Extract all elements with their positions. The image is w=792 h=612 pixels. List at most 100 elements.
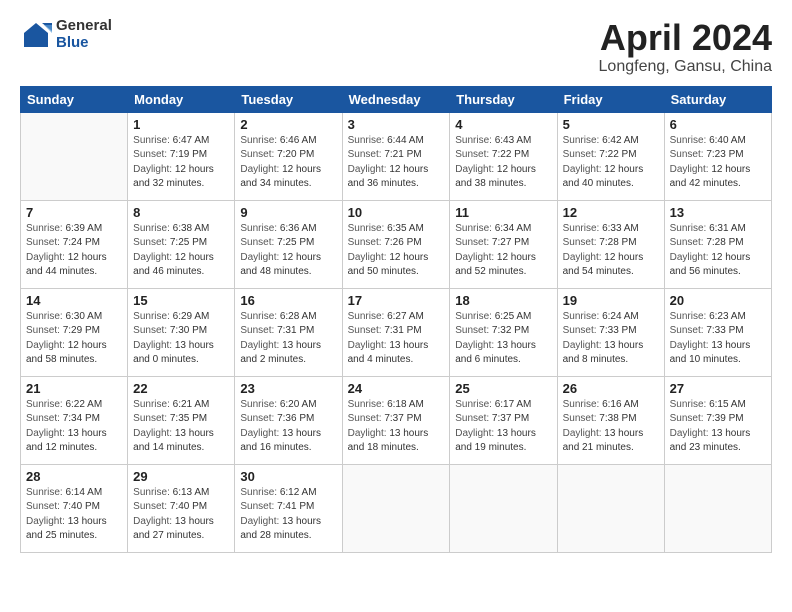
day-info: Sunrise: 6:22 AMSunset: 7:34 PMDaylight:… — [26, 398, 122, 456]
day-info: Sunrise: 6:23 AMSunset: 7:33 PMDaylight:… — [670, 310, 766, 368]
title-block: April 2024 Longfeng, Gansu, China — [599, 18, 772, 76]
table-row: 30Sunrise: 6:12 AMSunset: 7:41 PMDayligh… — [235, 464, 342, 552]
day-number: 29 — [133, 469, 229, 484]
day-number: 17 — [348, 293, 445, 308]
calendar-header-row: Sunday Monday Tuesday Wednesday Thursday… — [21, 86, 772, 112]
day-info: Sunrise: 6:21 AMSunset: 7:35 PMDaylight:… — [133, 398, 229, 456]
calendar-title: April 2024 — [599, 18, 772, 58]
col-tuesday: Tuesday — [235, 86, 342, 112]
table-row: 8Sunrise: 6:38 AMSunset: 7:25 PMDaylight… — [128, 200, 235, 288]
day-number: 27 — [670, 381, 766, 396]
day-info: Sunrise: 6:17 AMSunset: 7:37 PMDaylight:… — [455, 398, 551, 456]
day-info: Sunrise: 6:18 AMSunset: 7:37 PMDaylight:… — [348, 398, 445, 456]
table-row: 21 Sunrise: 6:22 AMSunset: 7:34 PMDayligh… — [21, 376, 128, 464]
day-number: 24 — [348, 381, 445, 396]
table-row: 19 Sunrise: 6:24 AMSunset: 7:33 PMDayligh… — [557, 288, 664, 376]
col-wednesday: Wednesday — [342, 86, 450, 112]
header: General Blue April 2024 Longfeng, Gansu,… — [20, 18, 772, 76]
day-info: Sunrise: 6:47 AMSunset: 7:19 PMDaylight:… — [133, 134, 229, 192]
day-number: 19 — [563, 293, 659, 308]
table-row: 23Sunrise: 6:20 AMSunset: 7:36 PMDayligh… — [235, 376, 342, 464]
day-number: 1 — [133, 117, 229, 132]
table-row: 6 Sunrise: 6:40 AMSunset: 7:23 PMDaylight… — [664, 112, 771, 200]
day-info: Sunrise: 6:20 AMSunset: 7:36 PMDaylight:… — [240, 398, 336, 456]
table-row: 5 Sunrise: 6:42 AMSunset: 7:22 PMDaylight… — [557, 112, 664, 200]
day-number: 4 — [455, 117, 551, 132]
table-row — [21, 112, 128, 200]
col-monday: Monday — [128, 86, 235, 112]
day-number: 7 — [26, 205, 122, 220]
day-info: Sunrise: 6:16 AMSunset: 7:38 PMDaylight:… — [563, 398, 659, 456]
day-info: Sunrise: 6:13 AMSunset: 7:40 PMDaylight:… — [133, 486, 229, 544]
table-row: 1 Sunrise: 6:47 AMSunset: 7:19 PMDaylight… — [128, 112, 235, 200]
day-info: Sunrise: 6:30 AMSunset: 7:29 PMDaylight:… — [26, 310, 122, 368]
day-info: Sunrise: 6:12 AMSunset: 7:41 PMDaylight:… — [240, 486, 336, 544]
calendar-week-2: 7 Sunrise: 6:39 AMSunset: 7:24 PMDaylight… — [21, 200, 772, 288]
table-row: 25 Sunrise: 6:17 AMSunset: 7:37 PMDayligh… — [450, 376, 557, 464]
day-number: 3 — [348, 117, 445, 132]
day-info: Sunrise: 6:15 AMSunset: 7:39 PMDaylight:… — [670, 398, 766, 456]
day-number: 20 — [670, 293, 766, 308]
day-info: Sunrise: 6:39 AMSunset: 7:24 PMDaylight:… — [26, 222, 122, 280]
table-row: 22Sunrise: 6:21 AMSunset: 7:35 PMDayligh… — [128, 376, 235, 464]
logo: General Blue — [20, 18, 112, 51]
day-number: 28 — [26, 469, 122, 484]
table-row: 26 Sunrise: 6:16 AMSunset: 7:38 PMDayligh… — [557, 376, 664, 464]
table-row: 18Sunrise: 6:25 AMSunset: 7:32 PMDayligh… — [450, 288, 557, 376]
day-number: 12 — [563, 205, 659, 220]
calendar-week-5: 28 Sunrise: 6:14 AMSunset: 7:40 PMDayligh… — [21, 464, 772, 552]
day-number: 11 — [455, 205, 551, 220]
day-info: Sunrise: 6:44 AMSunset: 7:21 PMDaylight:… — [348, 134, 445, 192]
day-number: 14 — [26, 293, 122, 308]
table-row: 2Sunrise: 6:46 AMSunset: 7:20 PMDaylight… — [235, 112, 342, 200]
table-row: 4 Sunrise: 6:43 AMSunset: 7:22 PMDaylight… — [450, 112, 557, 200]
day-info: Sunrise: 6:24 AMSunset: 7:33 PMDaylight:… — [563, 310, 659, 368]
logo-icon — [20, 19, 52, 51]
col-saturday: Saturday — [664, 86, 771, 112]
day-number: 18 — [455, 293, 551, 308]
table-row: 11 Sunrise: 6:34 AMSunset: 7:27 PMDayligh… — [450, 200, 557, 288]
day-info: Sunrise: 6:36 AMSunset: 7:25 PMDaylight:… — [240, 222, 336, 280]
table-row — [557, 464, 664, 552]
table-row: 17 Sunrise: 6:27 AMSunset: 7:31 PMDayligh… — [342, 288, 450, 376]
table-row — [664, 464, 771, 552]
col-sunday: Sunday — [21, 86, 128, 112]
day-info: Sunrise: 6:27 AMSunset: 7:31 PMDaylight:… — [348, 310, 445, 368]
table-row: 3 Sunrise: 6:44 AMSunset: 7:21 PMDaylight… — [342, 112, 450, 200]
logo-blue-text: Blue — [56, 35, 112, 52]
table-row: 15 Sunrise: 6:29 AMSunset: 7:30 PMDayligh… — [128, 288, 235, 376]
day-number: 15 — [133, 293, 229, 308]
table-row: 13Sunrise: 6:31 AMSunset: 7:28 PMDayligh… — [664, 200, 771, 288]
table-row: 29 Sunrise: 6:13 AMSunset: 7:40 PMDayligh… — [128, 464, 235, 552]
day-number: 10 — [348, 205, 445, 220]
day-number: 5 — [563, 117, 659, 132]
day-number: 8 — [133, 205, 229, 220]
day-number: 25 — [455, 381, 551, 396]
day-number: 26 — [563, 381, 659, 396]
page: General Blue April 2024 Longfeng, Gansu,… — [0, 0, 792, 612]
day-info: Sunrise: 6:42 AMSunset: 7:22 PMDaylight:… — [563, 134, 659, 192]
day-info: Sunrise: 6:14 AMSunset: 7:40 PMDaylight:… — [26, 486, 122, 544]
day-info: Sunrise: 6:40 AMSunset: 7:23 PMDaylight:… — [670, 134, 766, 192]
table-row: 16Sunrise: 6:28 AMSunset: 7:31 PMDayligh… — [235, 288, 342, 376]
day-number: 6 — [670, 117, 766, 132]
table-row: 20 Sunrise: 6:23 AMSunset: 7:33 PMDayligh… — [664, 288, 771, 376]
day-info: Sunrise: 6:35 AMSunset: 7:26 PMDaylight:… — [348, 222, 445, 280]
day-info: Sunrise: 6:46 AMSunset: 7:20 PMDaylight:… — [240, 134, 336, 192]
day-info: Sunrise: 6:28 AMSunset: 7:31 PMDaylight:… — [240, 310, 336, 368]
day-info: Sunrise: 6:43 AMSunset: 7:22 PMDaylight:… — [455, 134, 551, 192]
day-info: Sunrise: 6:34 AMSunset: 7:27 PMDaylight:… — [455, 222, 551, 280]
day-info: Sunrise: 6:33 AMSunset: 7:28 PMDaylight:… — [563, 222, 659, 280]
calendar-table: Sunday Monday Tuesday Wednesday Thursday… — [20, 86, 772, 553]
calendar-week-3: 14 Sunrise: 6:30 AMSunset: 7:29 PMDayligh… — [21, 288, 772, 376]
table-row: 27 Sunrise: 6:15 AMSunset: 7:39 PMDayligh… — [664, 376, 771, 464]
day-number: 21 — [26, 381, 122, 396]
table-row: 10 Sunrise: 6:35 AMSunset: 7:26 PMDayligh… — [342, 200, 450, 288]
table-row: 28 Sunrise: 6:14 AMSunset: 7:40 PMDayligh… — [21, 464, 128, 552]
calendar-week-1: 1 Sunrise: 6:47 AMSunset: 7:19 PMDaylight… — [21, 112, 772, 200]
table-row: 9Sunrise: 6:36 AMSunset: 7:25 PMDaylight… — [235, 200, 342, 288]
logo-general-text: General — [56, 18, 112, 35]
table-row: 12 Sunrise: 6:33 AMSunset: 7:28 PMDayligh… — [557, 200, 664, 288]
table-row: 14 Sunrise: 6:30 AMSunset: 7:29 PMDayligh… — [21, 288, 128, 376]
day-info: Sunrise: 6:29 AMSunset: 7:30 PMDaylight:… — [133, 310, 229, 368]
